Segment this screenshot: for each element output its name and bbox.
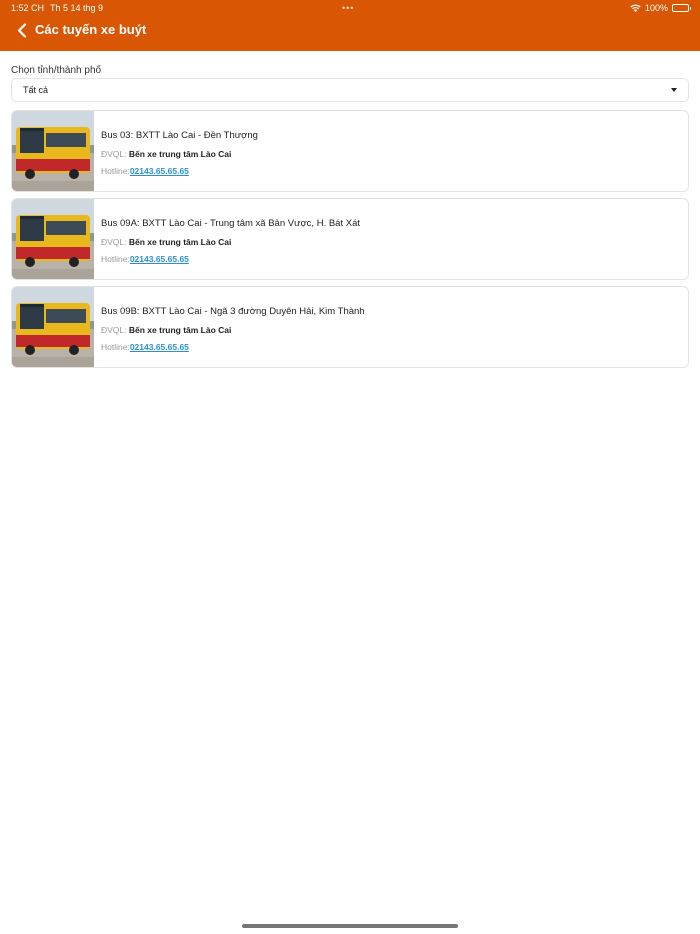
route-card[interactable]: Bus 09A: BXTT Lào Cai - Trung tâm xã Bản… xyxy=(11,198,689,280)
operator-line: ĐVQL: Bến xe trung tâm Lào Cai xyxy=(101,325,231,335)
operator-line: ĐVQL: Bến xe trung tâm Lào Cai xyxy=(101,237,231,247)
hotline-link[interactable]: 02143.65.65.65 xyxy=(130,254,189,264)
hotline-line: Hotline:02143.65.65.65 xyxy=(101,254,189,264)
province-select[interactable]: Tất cả xyxy=(11,78,689,102)
hotline-line: Hotline:02143.65.65.65 xyxy=(101,342,189,352)
status-date: Th 5 14 thg 9 xyxy=(50,3,104,13)
operator-line: ĐVQL: Bến xe trung tâm Lào Cai xyxy=(101,149,231,159)
back-button[interactable] xyxy=(12,20,32,40)
home-indicator[interactable] xyxy=(242,924,458,928)
operator-label: ĐVQL: xyxy=(101,325,127,335)
route-title: Bus 09B: BXTT Lào Cai - Ngã 3 đường Duyê… xyxy=(101,306,365,317)
province-filter-label: Chọn tỉnh/thành phố xyxy=(11,65,102,76)
app-header: 1:52 CH Th 5 14 thg 9 ••• 100% Các tuyến… xyxy=(0,0,700,51)
route-card[interactable]: Bus 09B: BXTT Lào Cai - Ngã 3 đường Duyê… xyxy=(11,286,689,368)
hotline-label: Hotline: xyxy=(101,254,130,264)
chevron-left-icon xyxy=(17,22,27,38)
operator-label: ĐVQL: xyxy=(101,149,127,159)
status-time: 1:52 CH xyxy=(11,3,45,13)
bus-image xyxy=(12,287,94,367)
hotline-link[interactable]: 02143.65.65.65 xyxy=(130,166,189,176)
route-card[interactable]: Bus 03: BXTT Lào Cai - Đền Thượng ĐVQL: … xyxy=(11,110,689,192)
bus-image xyxy=(12,199,94,279)
battery-icon xyxy=(672,4,691,12)
route-title: Bus 03: BXTT Lào Cai - Đền Thượng xyxy=(101,130,258,141)
province-select-value: Tất cả xyxy=(23,85,49,95)
battery-percent: 100% xyxy=(644,3,668,13)
operator-name: Bến xe trung tâm Lào Cai xyxy=(128,325,232,335)
multitasking-dots[interactable]: ••• xyxy=(342,3,354,13)
bus-image xyxy=(12,111,94,191)
route-title: Bus 09A: BXTT Lào Cai - Trung tâm xã Bản… xyxy=(101,218,361,229)
wifi-icon xyxy=(630,4,641,12)
status-bar: 1:52 CH Th 5 14 thg 9 ••• 100% xyxy=(0,0,700,17)
operator-name: Bến xe trung tâm Lào Cai xyxy=(128,149,232,159)
status-indicators: 100% xyxy=(630,3,691,13)
page-title: Các tuyến xe buýt xyxy=(35,22,147,37)
caret-down-icon xyxy=(671,88,677,92)
operator-name: Bến xe trung tâm Lào Cai xyxy=(128,237,232,247)
hotline-line: Hotline:02143.65.65.65 xyxy=(101,166,189,176)
hotline-label: Hotline: xyxy=(101,166,130,176)
hotline-label: Hotline: xyxy=(101,342,130,352)
operator-label: ĐVQL: xyxy=(101,237,127,247)
hotline-link[interactable]: 02143.65.65.65 xyxy=(130,342,189,352)
